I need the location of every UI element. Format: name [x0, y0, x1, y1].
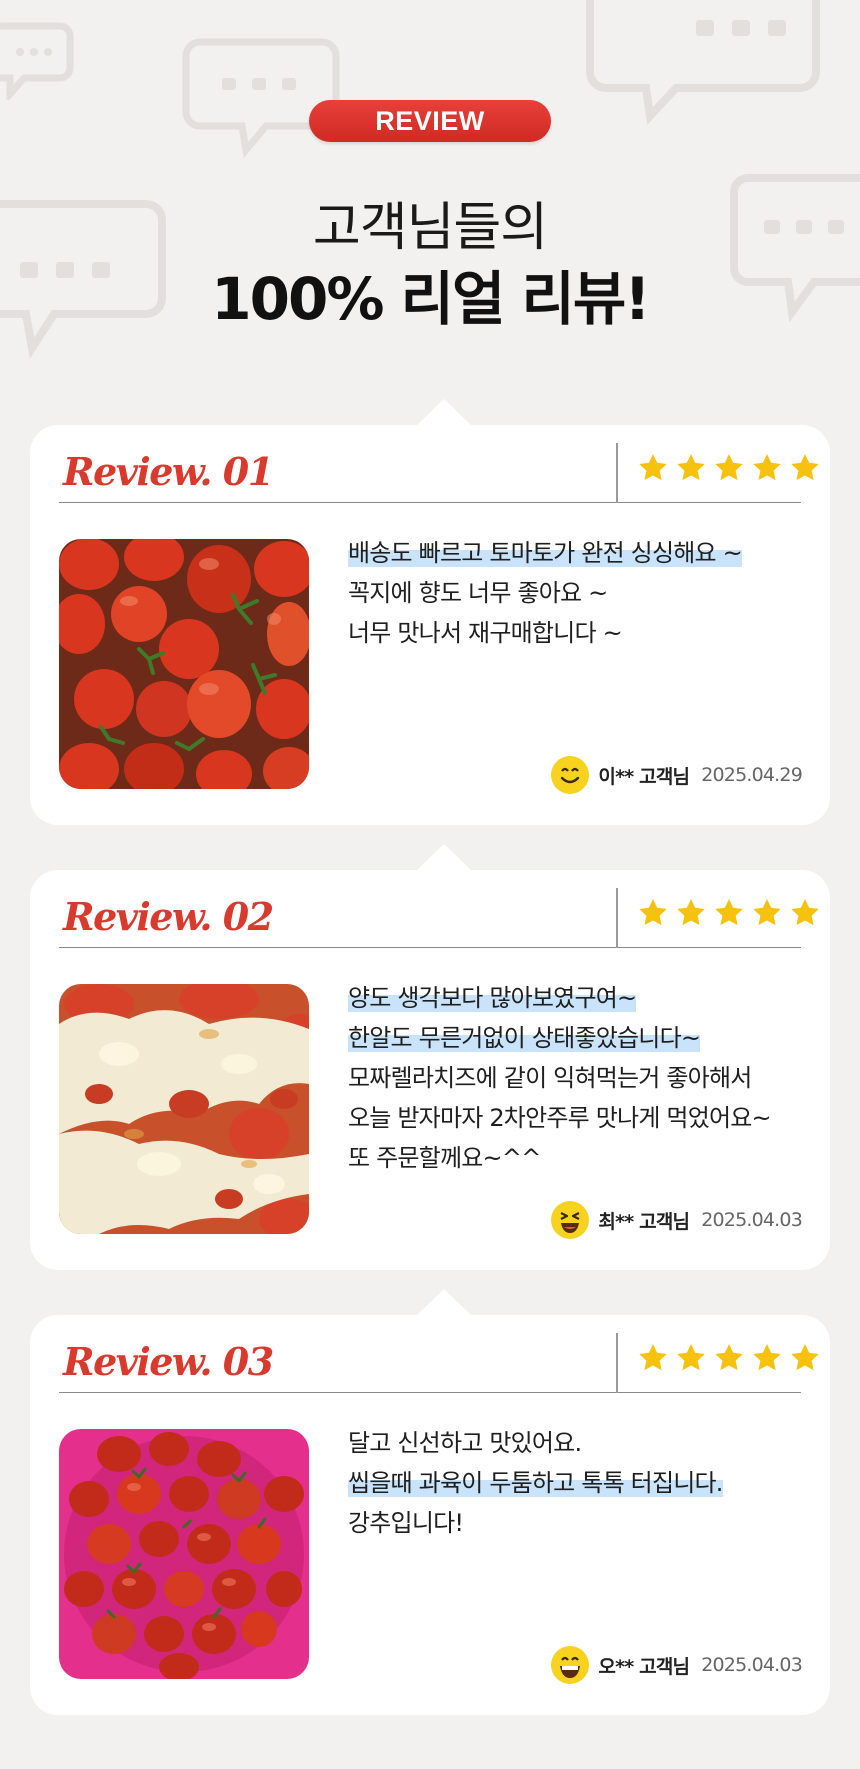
review-line: 또 주문할께요~^^ — [348, 1144, 541, 1172]
star-icon — [753, 1344, 781, 1371]
review-photo-cheese-tomatoes — [59, 984, 309, 1234]
review-number: Review. 02 — [63, 894, 274, 939]
review-text: 달고 신선하고 맛있어요. 씹을때 과육이 두툼하고 톡톡 터집니다. 강추입니… — [348, 1423, 808, 1543]
review-date: 2025.04.29 — [701, 764, 803, 786]
review-text: 배송도 빠르고 토마토가 완전 싱싱해요 ~ 꼭지에 향도 너무 좋아요 ~ 너… — [348, 533, 808, 653]
review-line: 꼭지에 향도 너무 좋아요 ~ — [348, 579, 608, 607]
review-line: 씹을때 과육이 두툼하고 톡톡 터집니다. — [348, 1469, 723, 1497]
review-line: 강추입니다! — [348, 1509, 464, 1537]
star-rating — [637, 897, 821, 929]
review-photo-tomatoes-bowl — [59, 1429, 309, 1679]
review-number: Review. 03 — [63, 1339, 274, 1384]
review-card-1: Review. 01 배송도 빠르고 토마토가 완전 싱싱해요 ~ 꼭지에 향도… — [30, 399, 830, 825]
star-icon — [677, 1344, 705, 1371]
review-line: 한알도 무른거없이 상태좋았습니다~ — [348, 1024, 701, 1052]
review-badge: REVIEW — [309, 100, 551, 142]
review-line: 오늘 받자마자 2차안주루 맛나게 먹었어요~ — [348, 1104, 772, 1132]
star-icon — [639, 1344, 667, 1371]
star-icon — [639, 454, 667, 481]
star-icon — [715, 454, 743, 481]
star-icon — [677, 454, 705, 481]
star-icon — [753, 454, 781, 481]
author-name: 이** 고객님 — [598, 765, 690, 788]
divider — [616, 1333, 618, 1393]
review-card-header: Review. 02 — [59, 888, 819, 948]
star-icon — [715, 899, 743, 926]
grinning-face-icon — [551, 1646, 590, 1684]
page-title-line2: 100% 리얼 리뷰! — [211, 265, 650, 333]
star-rating — [637, 452, 821, 484]
star-icon — [791, 1344, 819, 1371]
star-icon — [715, 1344, 743, 1371]
divider — [616, 443, 618, 503]
review-photo-tomatoes — [59, 539, 309, 789]
review-line: 너무 맛나서 재구매합니다 ~ — [348, 619, 623, 647]
review-line: 양도 생각보다 많아보였구여~ — [348, 984, 637, 1012]
review-author: 이** 고객님 2025.04.29 — [550, 755, 803, 795]
review-number: Review. 01 — [63, 449, 274, 494]
star-icon — [791, 899, 819, 926]
review-line: 달고 신선하고 맛있어요. — [348, 1429, 582, 1457]
review-line: 배송도 빠르고 토마토가 완전 싱싱해요 ~ — [348, 539, 743, 567]
review-date: 2025.04.03 — [701, 1209, 803, 1231]
author-name: 오** 고객님 — [598, 1655, 690, 1678]
review-card-3: Review. 03 달고 신선하고 맛있어요. 씹을때 과육이 두툼하고 톡톡… — [30, 1289, 830, 1715]
laughing-face-icon — [551, 1201, 590, 1239]
star-icon — [753, 899, 781, 926]
page-title-line1: 고객님들의 — [312, 198, 548, 258]
author-name: 최** 고객님 — [598, 1210, 690, 1233]
star-rating — [637, 1342, 821, 1374]
review-author: 최** 고객님 2025.04.03 — [550, 1200, 803, 1240]
review-card-header: Review. 01 — [59, 443, 819, 503]
star-icon — [677, 899, 705, 926]
review-card-2: Review. 02 양도 생각보다 많아보였구여~ 한알도 무른거없이 상태좋… — [30, 844, 830, 1270]
star-icon — [639, 899, 667, 926]
review-author: 오** 고객님 2025.04.03 — [550, 1645, 803, 1685]
star-icon — [791, 454, 819, 481]
review-card-header: Review. 03 — [59, 1333, 819, 1393]
divider — [616, 888, 618, 948]
smiling-face-icon — [551, 756, 590, 794]
review-text: 양도 생각보다 많아보였구여~ 한알도 무른거없이 상태좋았습니다~ 모짜렐라치… — [348, 978, 808, 1178]
review-date: 2025.04.03 — [701, 1654, 803, 1676]
review-header: REVIEW 고객님들의 100% 리얼 리뷰! — [0, 0, 860, 380]
review-line: 모짜렐라치즈에 같이 익혀먹는거 좋아해서 — [348, 1064, 752, 1092]
